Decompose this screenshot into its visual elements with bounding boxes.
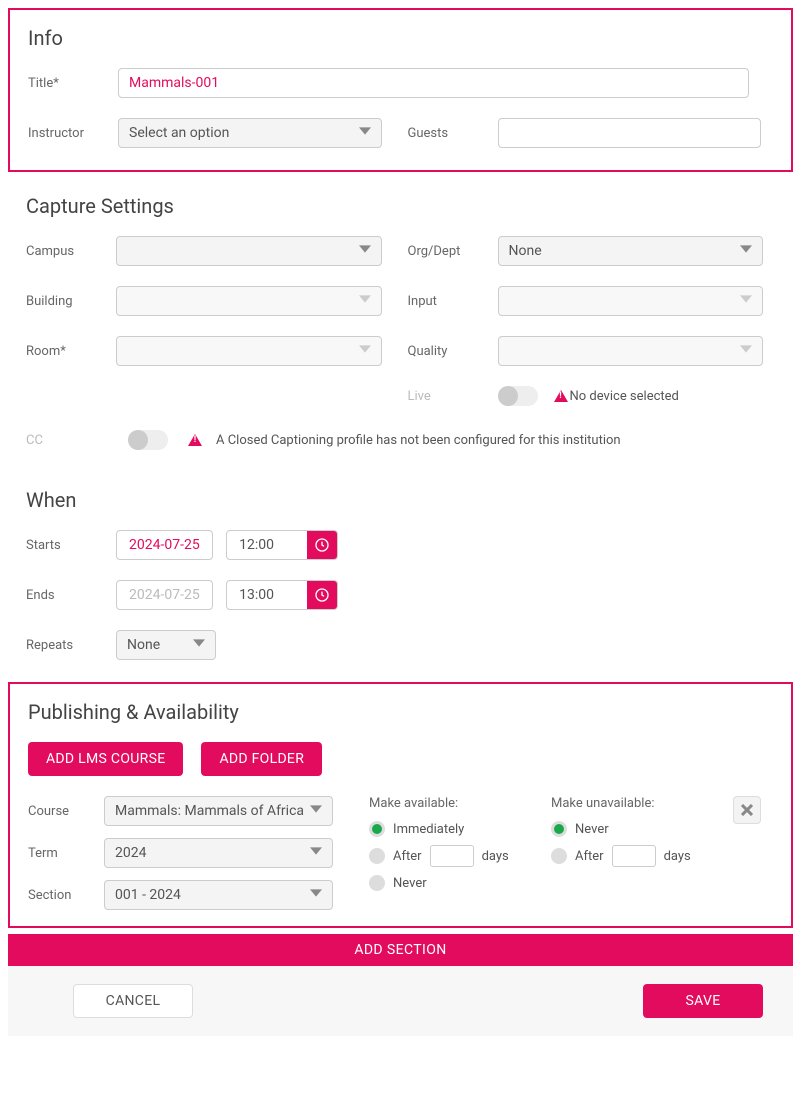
radio-unavailable-after[interactable] xyxy=(551,848,567,864)
orgdept-select[interactable]: None xyxy=(498,236,764,266)
repeats-select[interactable]: None xyxy=(116,630,216,660)
guests-label: Guests xyxy=(408,126,498,141)
quality-label: Quality xyxy=(408,344,498,359)
clock-icon[interactable] xyxy=(307,530,337,560)
available-after-days-input[interactable] xyxy=(430,845,474,867)
term-label: Term xyxy=(28,846,104,861)
radio-available-immediately[interactable] xyxy=(369,821,385,837)
instructor-select[interactable]: Select an option xyxy=(118,118,382,148)
make-unavailable-label: Make unavailable: xyxy=(551,796,709,811)
chevron-down-icon xyxy=(310,887,322,903)
orgdept-label: Org/Dept xyxy=(408,244,498,259)
live-warning: No device selected xyxy=(570,389,679,404)
chevron-down-icon xyxy=(359,293,371,309)
add-lms-course-button[interactable]: ADD LMS COURSE xyxy=(28,742,183,776)
chevron-down-icon xyxy=(310,845,322,861)
chevron-down-icon xyxy=(193,637,205,653)
info-panel: Info Title* Instructor Select an option xyxy=(8,8,793,172)
room-select xyxy=(116,336,382,366)
when-panel: When Starts 2024-07-25 12:00 Ends 2024-0 xyxy=(8,472,793,676)
starts-date-input[interactable]: 2024-07-25 xyxy=(116,530,213,560)
room-label: Room* xyxy=(26,344,116,359)
warning-icon xyxy=(554,390,568,402)
cc-warning: A Closed Captioning profile has not been… xyxy=(216,433,621,448)
course-label: Course xyxy=(28,804,104,819)
input-label: Input xyxy=(408,294,498,309)
course-select[interactable]: Mammals: Mammals of Africa xyxy=(104,796,333,826)
guests-input[interactable] xyxy=(498,118,762,148)
unavailable-after-days-input[interactable] xyxy=(612,845,656,867)
repeats-label: Repeats xyxy=(26,638,116,653)
live-label: Live xyxy=(408,389,498,404)
ends-time-input[interactable]: 13:00 xyxy=(226,580,338,610)
capture-settings-panel: Capture Settings Campus Org/Dept None xyxy=(8,178,793,466)
chevron-down-icon xyxy=(740,343,752,359)
starts-time-input[interactable]: 12:00 xyxy=(226,530,338,560)
building-label: Building xyxy=(26,294,116,309)
title-input[interactable] xyxy=(118,68,749,98)
ends-label: Ends xyxy=(26,588,116,603)
publishing-panel: Publishing & Availability ADD LMS COURSE… xyxy=(8,682,793,928)
quality-select xyxy=(498,336,764,366)
title-label: Title* xyxy=(28,76,118,91)
campus-label: Campus xyxy=(26,244,116,259)
cancel-button[interactable]: CANCEL xyxy=(73,984,193,1018)
chevron-down-icon xyxy=(740,243,752,259)
chevron-down-icon xyxy=(740,293,752,309)
add-section-button[interactable]: ADD SECTION xyxy=(8,934,793,966)
info-heading: Info xyxy=(28,26,761,50)
remove-section-button[interactable] xyxy=(733,796,761,824)
instructor-label: Instructor xyxy=(28,126,118,141)
publishing-heading: Publishing & Availability xyxy=(28,700,761,724)
make-available-label: Make available: xyxy=(369,796,527,811)
radio-unavailable-never[interactable] xyxy=(551,821,567,837)
live-toggle[interactable] xyxy=(498,386,538,406)
ends-date-input: 2024-07-25 xyxy=(116,580,213,610)
starts-label: Starts xyxy=(26,538,116,553)
section-label: Section xyxy=(28,888,104,903)
term-select[interactable]: 2024 xyxy=(104,838,333,868)
building-select xyxy=(116,286,382,316)
cc-label: CC xyxy=(26,433,116,448)
add-folder-button[interactable]: ADD FOLDER xyxy=(201,742,322,776)
radio-available-never[interactable] xyxy=(369,875,385,891)
input-select xyxy=(498,286,764,316)
when-heading: When xyxy=(26,488,763,512)
capture-heading: Capture Settings xyxy=(26,194,763,218)
cc-toggle[interactable] xyxy=(128,430,168,450)
section-select[interactable]: 001 - 2024 xyxy=(104,880,333,910)
clock-icon[interactable] xyxy=(307,580,337,610)
campus-select[interactable] xyxy=(116,236,382,266)
chevron-down-icon xyxy=(359,243,371,259)
radio-available-after[interactable] xyxy=(369,848,385,864)
warning-icon xyxy=(188,434,202,446)
chevron-down-icon xyxy=(359,125,371,141)
footer: ADD SECTION CANCEL SAVE xyxy=(8,934,793,1036)
save-button[interactable]: SAVE xyxy=(643,984,763,1018)
chevron-down-icon xyxy=(359,343,371,359)
